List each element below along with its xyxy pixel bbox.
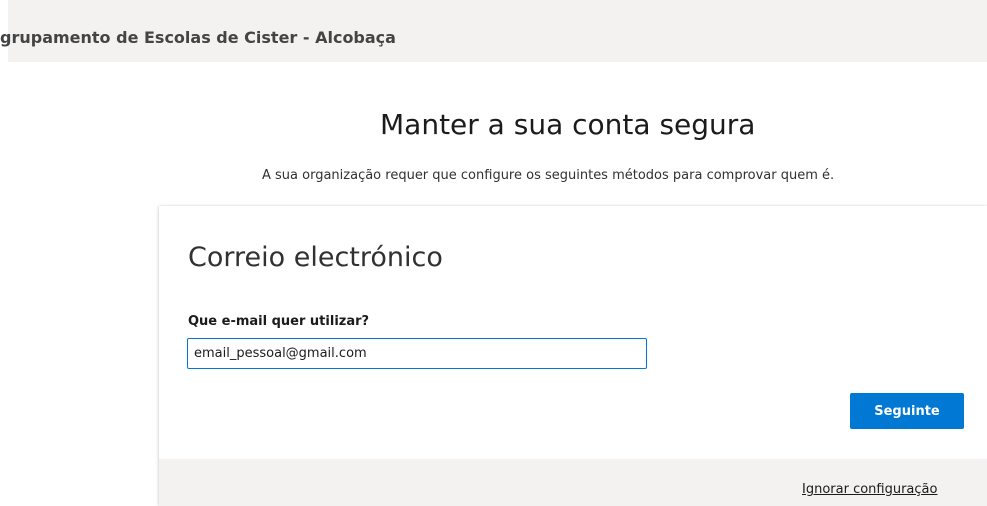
card-footer: Ignorar configuração bbox=[159, 459, 987, 506]
page-subtitle: A sua organização requer que configure o… bbox=[262, 168, 835, 183]
header-bar: grupamento de Escolas de Cister - Alcoba… bbox=[0, 0, 987, 62]
email-field[interactable] bbox=[187, 338, 647, 369]
next-button[interactable]: Seguinte bbox=[850, 393, 964, 429]
page-title: Manter a sua conta segura bbox=[380, 108, 756, 141]
email-field-label: Que e-mail quer utilizar? bbox=[188, 314, 370, 329]
skip-setup-link[interactable]: Ignorar configuração bbox=[802, 482, 937, 497]
setup-card: Correio electrónico Que e-mail quer util… bbox=[159, 206, 987, 506]
card-title: Correio electrónico bbox=[188, 242, 443, 273]
organization-name: grupamento de Escolas de Cister - Alcoba… bbox=[0, 28, 396, 47]
